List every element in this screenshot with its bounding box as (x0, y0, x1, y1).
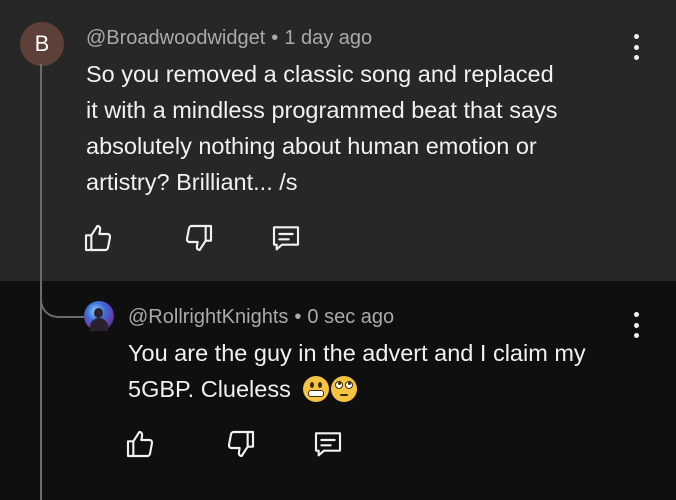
rolling-eyes-icon (331, 376, 358, 402)
like-button[interactable] (124, 428, 156, 460)
comment-header: @Broadwoodwidget • 1 day ago (86, 27, 372, 50)
reply-button[interactable] (270, 222, 302, 254)
comment-icon (314, 432, 342, 457)
thumbs-up-icon (84, 224, 112, 252)
parent-comment: B @Broadwoodwidget • 1 day ago So you remo… (0, 0, 676, 281)
reply-button[interactable] (312, 428, 344, 460)
comment-time: 1 day ago (284, 27, 373, 49)
comment-text-line: absolutely nothing about human emotion o… (86, 133, 537, 159)
comment-text-line: it with a mindless programmed beat that … (86, 97, 558, 123)
thumbs-down-icon (227, 430, 255, 458)
thread-connector (40, 272, 84, 318)
more-vert-icon[interactable] (626, 312, 646, 338)
dislike-button[interactable] (183, 222, 215, 254)
dislike-button[interactable] (225, 428, 257, 460)
thumbs-down-icon (185, 224, 213, 252)
comments-screen: B @Broadwoodwidget • 1 day ago So you remo… (0, 0, 676, 500)
separator: • (294, 306, 302, 328)
comment-text-line: artistry? Brilliant... /s (86, 169, 298, 195)
comment-time: 0 sec ago (307, 306, 395, 328)
avatar[interactable] (84, 301, 114, 331)
author-name[interactable]: @Broadwoodwidget (86, 27, 265, 49)
separator: • (271, 27, 279, 49)
comment-text: You are the guy in the advert and I clai… (128, 335, 586, 407)
comment-text-line: 5GBP. Clueless (128, 376, 291, 402)
thumbs-up-icon (126, 430, 154, 458)
comment-text-line-2: 5GBP. Clueless (128, 371, 586, 407)
comment-header: @RollrightKnights • 0 sec ago (128, 306, 394, 329)
comment-icon (272, 226, 300, 251)
comment-text-line: You are the guy in the advert and I clai… (128, 340, 586, 366)
comment-text: So you removed a classic song and replac… (86, 56, 558, 200)
author-name[interactable]: @RollrightKnights (128, 306, 288, 328)
grimacing-face-icon (303, 376, 330, 402)
more-vert-icon[interactable] (626, 34, 646, 60)
avatar[interactable]: B (20, 22, 64, 66)
comment-text-line: So you removed a classic song and replac… (86, 61, 554, 87)
like-button[interactable] (82, 222, 114, 254)
